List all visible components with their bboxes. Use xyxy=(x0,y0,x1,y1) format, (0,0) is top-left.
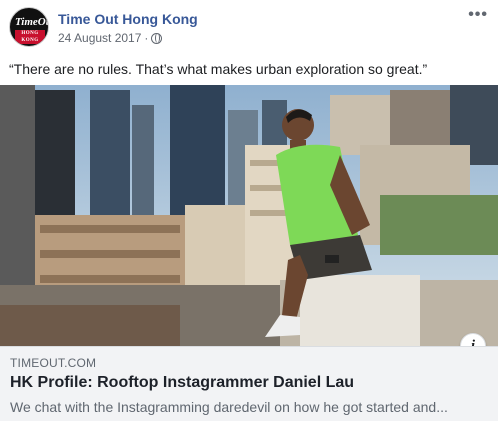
facebook-post: TimeOut HONG KONG Time Out Hong Kong 24 … xyxy=(0,0,498,421)
post-caption: “There are no rules. That’s what makes u… xyxy=(9,61,428,77)
post-date[interactable]: 24 August 2017 xyxy=(58,31,141,45)
post-header: TimeOut HONG KONG Time Out Hong Kong 24 … xyxy=(0,0,498,52)
rooftop-photo xyxy=(0,85,498,346)
link-domain: TIMEOUT.COM xyxy=(10,356,97,370)
more-options-button[interactable]: ••• xyxy=(468,6,488,24)
timeout-logo: TimeOut HONG KONG xyxy=(15,16,48,44)
globe-icon[interactable] xyxy=(151,32,163,44)
logo-text: TimeOut xyxy=(15,16,48,28)
page-name-link[interactable]: Time Out Hong Kong xyxy=(58,11,198,27)
post-meta: 24 August 2017 · xyxy=(58,31,163,45)
meta-separator: · xyxy=(144,31,149,45)
page-avatar[interactable]: TimeOut HONG KONG xyxy=(9,7,49,47)
link-description: We chat with the Instagramming daredevil… xyxy=(10,399,448,415)
link-title[interactable]: HK Profile: Rooftop Instagrammer Daniel … xyxy=(10,374,354,392)
link-preview[interactable]: TIMEOUT.COM HK Profile: Rooftop Instagra… xyxy=(0,346,498,421)
post-image[interactable] xyxy=(0,85,498,346)
logo-subtext: HONG KONG xyxy=(15,30,45,44)
